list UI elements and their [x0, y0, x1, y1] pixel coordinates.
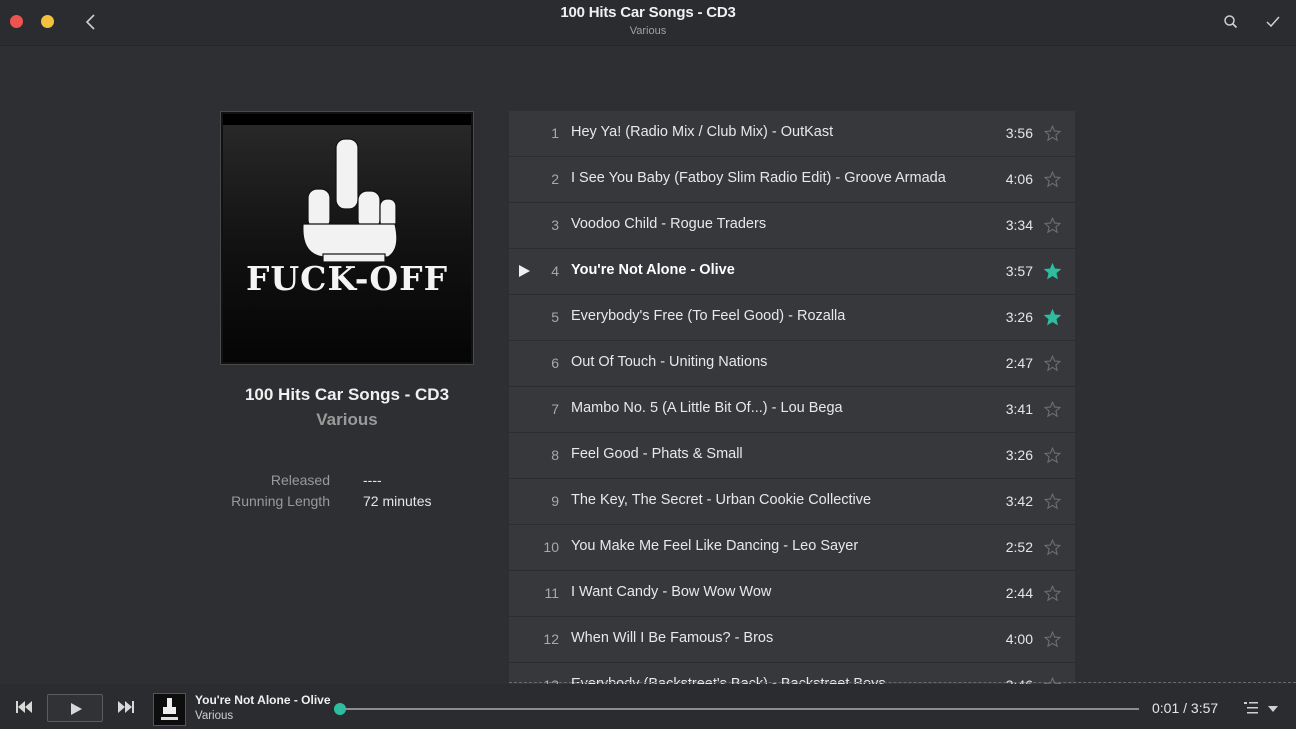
track-title: Voodoo Child - Rogue Traders — [571, 216, 767, 232]
track-row[interactable]: 11 I Want Candy - Bow Wow Wow 2:44 — [509, 571, 1075, 617]
now-playing-title: You're Not Alone - Olive — [195, 693, 331, 707]
running-length-value: 72 minutes — [363, 493, 432, 509]
track-row[interactable]: 7 Mambo No. 5 (A Little Bit Of...) - Lou … — [509, 387, 1075, 433]
track-row[interactable]: 5 Everybody's Free (To Feel Good) - Rozal… — [509, 295, 1075, 341]
track-list[interactable]: 1 Hey Ya! (Radio Mix / Club Mix) - OutKas… — [509, 111, 1075, 684]
track-duration: 3:42 — [1005, 493, 1033, 509]
now-playing-cover[interactable] — [153, 693, 186, 726]
track-number: 11 — [544, 585, 559, 601]
album-artist: Various — [316, 410, 378, 429]
track-number: 8 — [551, 447, 559, 463]
star-icon[interactable] — [1044, 631, 1061, 648]
progress-bar[interactable] — [337, 708, 1139, 710]
track-duration: 4:00 — [1005, 631, 1033, 647]
track-row[interactable]: 9 The Key, The Secret - Urban Cookie Coll… — [509, 479, 1075, 525]
now-playing-artist: Various — [195, 710, 234, 722]
track-row[interactable]: 1 Hey Ya! (Radio Mix / Club Mix) - OutKas… — [509, 111, 1075, 157]
star-icon[interactable] — [1044, 355, 1061, 372]
track-title: Hey Ya! (Radio Mix / Club Mix) - OutKast — [571, 124, 834, 140]
released-label: Released — [270, 472, 330, 488]
star-icon[interactable] — [1044, 539, 1061, 556]
track-title: You Make Me Feel Like Dancing - Leo Saye… — [571, 538, 859, 554]
queue-icon — [1244, 702, 1258, 714]
star-icon[interactable] — [1044, 447, 1061, 464]
track-title: I Want Candy - Bow Wow Wow — [571, 584, 772, 600]
progress-slider-handle[interactable] — [334, 703, 347, 715]
play-button[interactable] — [47, 694, 103, 722]
star-icon[interactable] — [1044, 493, 1061, 510]
album-cover-art: FUCK-OFF — [223, 114, 471, 362]
track-title: Out Of Touch - Uniting Nations — [571, 354, 768, 370]
track-duration: 2:47 — [1005, 355, 1033, 371]
album-title: 100 Hits Car Songs - CD3 — [244, 385, 450, 404]
previous-track-button[interactable] — [12, 695, 36, 719]
track-number: 9 — [551, 493, 559, 509]
released-value: ---- — [363, 472, 382, 488]
track-number: 3 — [551, 217, 559, 233]
track-row[interactable]: 3 Voodoo Child - Rogue Traders 3:34 — [509, 203, 1075, 249]
page-title: 100 Hits Car Songs - CD3 — [560, 4, 736, 21]
track-duration: 3:26 — [1005, 447, 1033, 463]
track-duration: 2:44 — [1005, 585, 1033, 601]
player-bar: You're Not Alone - Olive Various 0:01 / … — [0, 684, 1296, 729]
star-icon[interactable] — [1044, 125, 1061, 142]
cover-text: FUCK-OFF — [245, 259, 449, 298]
track-number: 6 — [551, 355, 559, 371]
star-icon[interactable] — [1044, 263, 1061, 280]
divider — [509, 682, 1296, 683]
track-title: The Key, The Secret - Urban Cookie Colle… — [571, 492, 872, 508]
track-title: You're Not Alone - Olive — [571, 262, 735, 278]
track-title: I See You Baby (Fatboy Slim Radio Edit) … — [571, 170, 946, 186]
track-row[interactable]: 13Everybody (Backstreet's Back) - Backst… — [509, 663, 1075, 684]
track-duration: 3:26 — [1005, 309, 1033, 325]
menu-down-icon — [1268, 706, 1278, 712]
track-number: 12 — [543, 631, 559, 647]
track-row[interactable]: 6 Out Of Touch - Uniting Nations 2:47 — [509, 341, 1075, 387]
track-number: 5 — [551, 309, 559, 325]
time-display: 0:01 / 3:57 — [1152, 700, 1219, 716]
page-subtitle: Various — [629, 25, 667, 37]
track-duration: 3:41 — [1005, 401, 1033, 417]
track-title: Everybody's Free (To Feel Good) - Rozall… — [571, 308, 846, 324]
play-icon — [71, 703, 82, 715]
track-row[interactable]: 4 You're Not Alone - Olive 3:57 — [509, 249, 1075, 295]
track-number: 2 — [551, 171, 559, 187]
star-icon[interactable] — [1044, 401, 1061, 418]
star-icon[interactable] — [1044, 171, 1061, 188]
star-icon[interactable] — [1044, 309, 1061, 326]
track-row[interactable]: 2 I See You Baby (Fatboy Slim Radio Edit)… — [509, 157, 1075, 203]
album-cover: FUCK-OFF — [220, 111, 474, 365]
search-icon — [1224, 15, 1238, 29]
running-length-label: Running Length — [231, 493, 330, 509]
hand-gesture-icon — [302, 138, 398, 263]
track-row[interactable]: 10 You Make Me Feel Like Dancing - Leo Sa… — [509, 525, 1075, 571]
track-number: 1 — [551, 125, 559, 141]
track-row[interactable]: 8 Feel Good - Phats & Small 3:26 — [509, 433, 1075, 479]
track-duration: 3:34 — [1005, 217, 1033, 233]
track-duration: 3:56 — [1005, 125, 1033, 141]
star-icon[interactable] — [1044, 585, 1061, 602]
done-button[interactable] — [1263, 12, 1283, 32]
track-row[interactable]: 12 When Will I Be Famous? - Bros 4:00 — [509, 617, 1075, 663]
next-track-icon — [118, 701, 134, 713]
track-title: Feel Good - Phats & Small — [571, 446, 743, 462]
checkmark-icon — [1266, 16, 1280, 28]
previous-track-icon — [16, 701, 32, 713]
star-icon[interactable] — [1044, 217, 1061, 234]
track-duration: 3:57 — [1005, 263, 1033, 279]
search-button[interactable] — [1221, 12, 1241, 32]
queue-button[interactable] — [1243, 700, 1259, 716]
next-track-button[interactable] — [114, 695, 138, 719]
header-bar: 100 Hits Car Songs - CD3 Various — [0, 0, 1296, 46]
track-number: 7 — [551, 401, 559, 417]
track-title: When Will I Be Famous? - Bros — [571, 630, 774, 646]
track-duration: 2:52 — [1005, 539, 1033, 555]
track-duration: 4:06 — [1005, 171, 1033, 187]
track-number: 10 — [543, 539, 559, 555]
track-number: 4 — [551, 263, 559, 279]
track-title: Mambo No. 5 (A Little Bit Of...) - Lou B… — [571, 400, 843, 416]
menu-button[interactable] — [1266, 702, 1280, 714]
